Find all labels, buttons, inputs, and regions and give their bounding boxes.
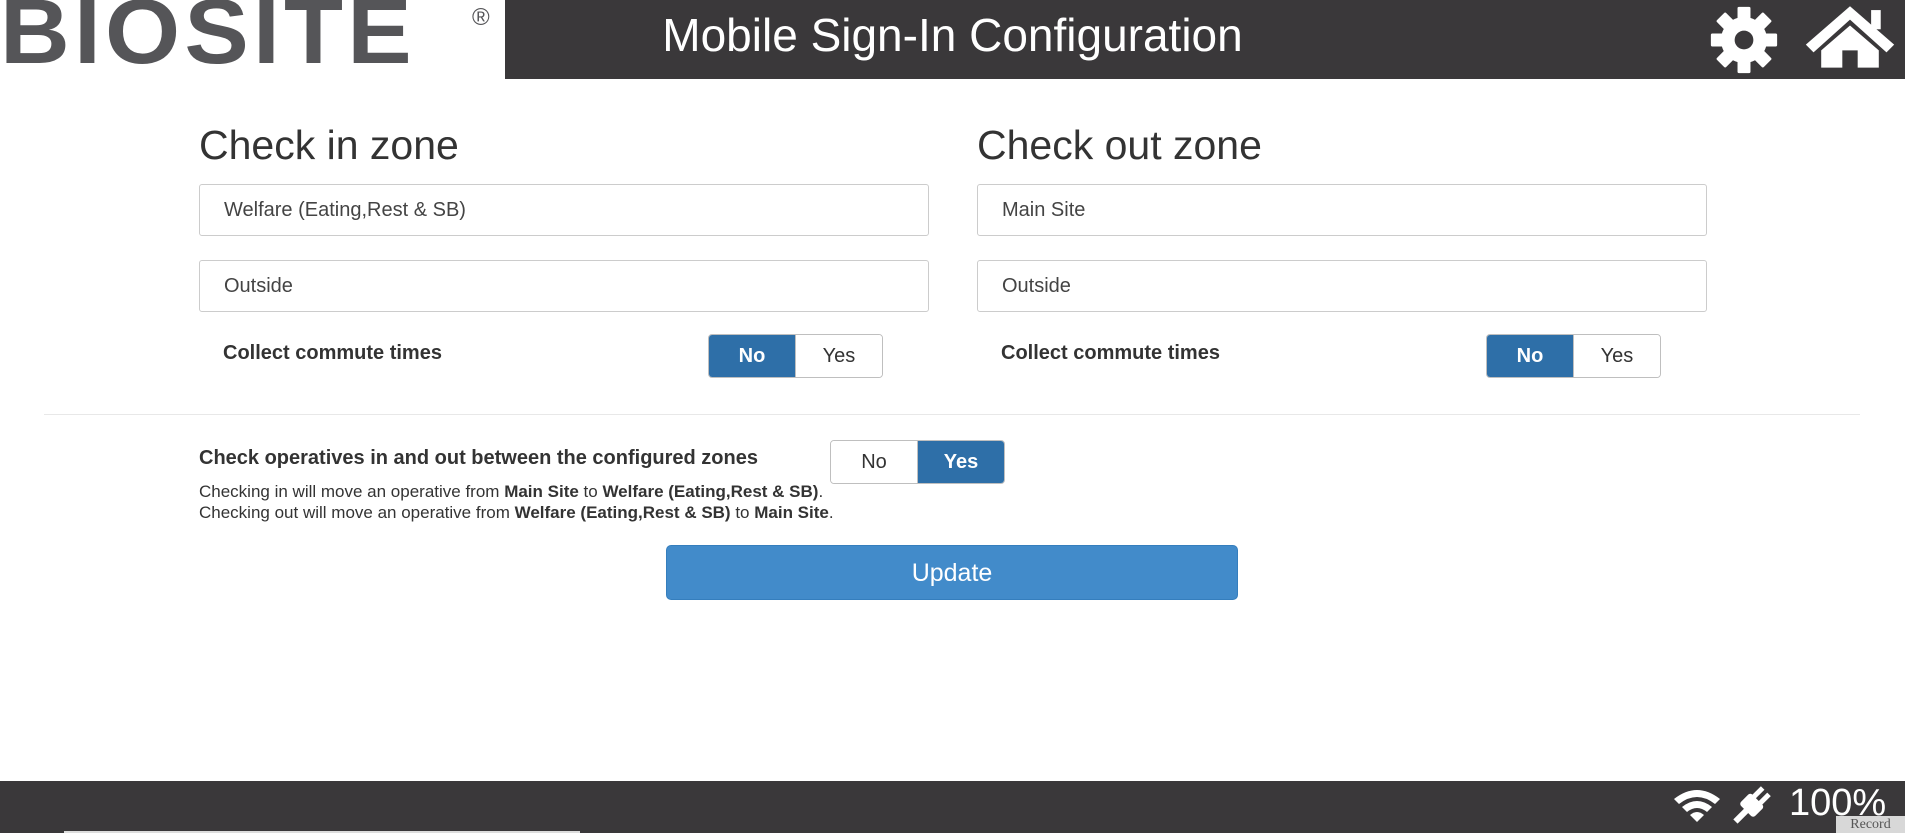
check-out-zone-select[interactable] — [977, 184, 1707, 236]
check-in-outside-select[interactable] — [199, 260, 929, 312]
header-bar: BIOSITE ® Mobile Sign-In Configuration — [0, 0, 1905, 79]
gear-icon[interactable] — [1698, 4, 1790, 81]
check-out-commute-yes-button[interactable]: Yes — [1573, 335, 1660, 377]
update-button[interactable]: Update — [666, 545, 1238, 600]
check-out-commute-toggle: No Yes — [1486, 334, 1661, 378]
check-in-commute-row: Collect commute times No Yes — [199, 334, 929, 384]
logo: BIOSITE ® — [0, 0, 505, 79]
record-button[interactable]: Record — [1836, 816, 1905, 833]
check-in-from-zone: Main Site — [504, 482, 579, 501]
wifi-icon — [1672, 787, 1722, 828]
between-zones-toggle: No Yes — [830, 440, 1005, 484]
check-out-from-zone: Welfare (Eating,Rest & SB) — [514, 503, 731, 522]
page-title: Mobile Sign-In Configuration — [662, 9, 1243, 61]
check-in-commute-label: Collect commute times — [223, 342, 442, 364]
check-out-commute-label: Collect commute times — [1001, 342, 1220, 364]
check-in-description: Checking in will move an operative from … — [199, 482, 824, 501]
between-zones-no-button[interactable]: No — [831, 441, 917, 483]
check-in-commute-yes-button[interactable]: Yes — [795, 335, 882, 377]
check-out-description: Checking out will move an operative from… — [199, 503, 834, 522]
between-zones-label: Check operatives in and out between the … — [199, 447, 758, 469]
check-in-zone-select[interactable] — [199, 184, 929, 236]
between-zones-yes-button[interactable]: Yes — [917, 441, 1004, 483]
home-icon[interactable] — [1802, 2, 1898, 75]
logo-text: BIOSITE — [0, 0, 416, 83]
check-out-commute-row: Collect commute times No Yes — [977, 334, 1707, 384]
check-out-zone-title: Check out zone — [977, 122, 1262, 168]
check-in-zone-section: Check in zone Collect commute times No Y… — [199, 118, 929, 384]
logo-registered-mark: ® — [472, 4, 490, 31]
section-divider — [44, 414, 1860, 415]
status-bar: 100% — [0, 781, 1905, 833]
check-in-commute-toggle: No Yes — [708, 334, 883, 378]
check-in-commute-no-button[interactable]: No — [709, 335, 795, 377]
check-in-zone-title: Check in zone — [199, 122, 459, 168]
check-in-to-zone: Welfare (Eating,Rest & SB) — [602, 482, 819, 501]
power-plug-icon — [1726, 783, 1776, 834]
check-out-commute-no-button[interactable]: No — [1487, 335, 1573, 377]
check-out-outside-select[interactable] — [977, 260, 1707, 312]
check-out-to-zone: Main Site — [754, 503, 829, 522]
check-out-zone-section: Check out zone Collect commute times No … — [977, 118, 1707, 384]
